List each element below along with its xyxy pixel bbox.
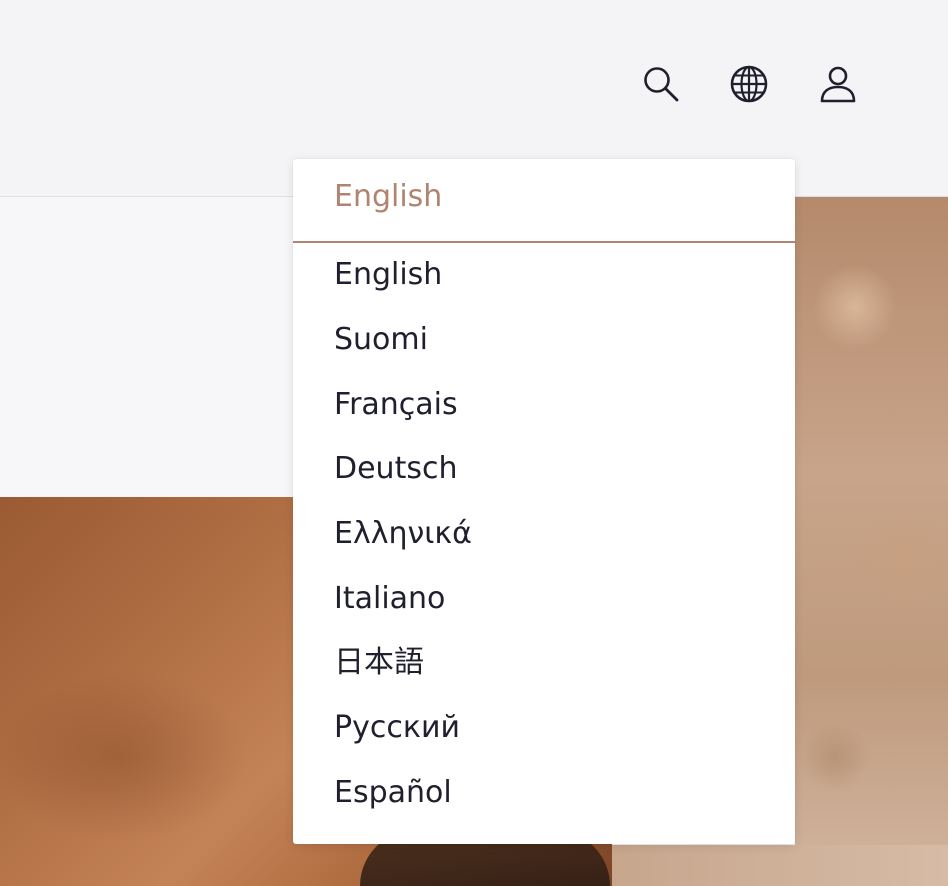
language-option-espanol[interactable]: Español [293,761,795,826]
search-button[interactable] [637,60,685,108]
language-option-label: Ελληνικά [334,516,472,552]
search-icon [640,63,682,105]
user-icon [817,63,859,105]
page: English English Suomi Français Deutsch Ε… [0,0,948,886]
side-image-bottom [612,845,948,886]
language-option-label: Русский [334,710,460,746]
language-option-label: Deutsch [334,451,458,487]
language-option-suomi[interactable]: Suomi [293,308,795,373]
current-language[interactable]: English [293,159,795,243]
language-option-deutsch[interactable]: Deutsch [293,437,795,502]
language-button[interactable] [725,60,773,108]
language-option-english[interactable]: English [293,243,795,308]
language-list: English Suomi Français Deutsch Ελληνικά … [293,243,795,825]
language-option-francais[interactable]: Français [293,372,795,437]
globe-icon [728,63,770,105]
language-option-italiano[interactable]: Italiano [293,566,795,631]
language-option-label: Italiano [334,580,446,616]
language-option-label: Suomi [334,322,428,358]
language-option-label: Français [334,386,458,422]
language-option-label: Español [334,774,452,810]
language-option-greek[interactable]: Ελληνικά [293,502,795,567]
current-language-label: English [334,179,443,214]
language-option-label: English [334,257,443,293]
language-option-russian[interactable]: Русский [293,696,795,761]
language-dropdown: English English Suomi Français Deutsch Ε… [293,159,795,844]
language-option-japanese[interactable]: 日本語 [293,631,795,696]
account-button[interactable] [814,60,862,108]
side-image [795,197,948,886]
language-option-label: 日本語 [334,645,424,681]
